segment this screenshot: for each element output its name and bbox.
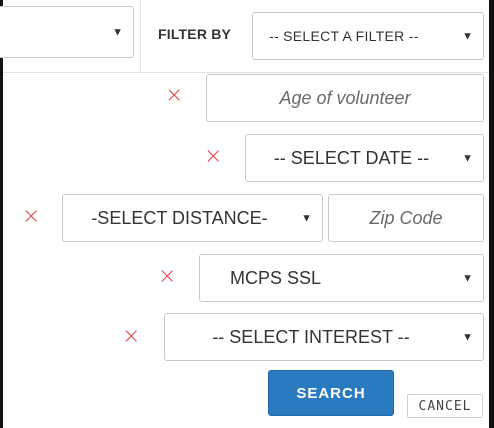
remove-date-filter-icon[interactable]: × — [204, 146, 222, 168]
interest-select-value: -- SELECT INTEREST -- — [212, 326, 410, 347]
distance-select-value: -SELECT DISTANCE- — [91, 207, 268, 228]
chevron-down-icon: ▼ — [462, 30, 473, 43]
filter-by-label: FILTER BY — [158, 26, 232, 42]
remove-age-filter-icon[interactable]: × — [165, 85, 183, 107]
header-divider — [3, 72, 489, 73]
age-of-volunteer-input[interactable]: Age of volunteer — [206, 74, 484, 122]
window-border-left — [0, 0, 3, 428]
zip-code-input[interactable]: Zip Code — [328, 194, 484, 242]
top-bar-divider — [140, 0, 141, 72]
date-select[interactable]: -- SELECT DATE -- ▼ — [245, 134, 484, 182]
chevron-down-icon: ▼ — [112, 26, 123, 39]
partial-select-left[interactable]: ▼ — [0, 6, 134, 58]
cancel-button[interactable]: CANCEL — [407, 394, 483, 418]
remove-interest-filter-icon[interactable]: × — [122, 326, 140, 348]
chevron-down-icon: ▼ — [462, 331, 473, 344]
chevron-down-icon: ▼ — [462, 152, 473, 165]
remove-ssl-filter-icon[interactable]: × — [158, 266, 176, 288]
ssl-select-value: MCPS SSL — [230, 267, 322, 288]
window-border-right — [489, 0, 494, 428]
date-select-value: -- SELECT DATE -- — [273, 147, 430, 168]
zip-placeholder: Zip Code — [369, 207, 443, 228]
remove-distance-filter-icon[interactable]: × — [22, 206, 40, 228]
ssl-select[interactable]: MCPS SSL ▼ — [199, 254, 484, 302]
chevron-down-icon: ▼ — [462, 272, 473, 285]
filter-select[interactable]: -- SELECT A FILTER -- ▼ — [252, 12, 484, 60]
distance-select[interactable]: -SELECT DISTANCE- ▼ — [62, 194, 323, 242]
chevron-down-icon: ▼ — [301, 212, 312, 225]
filter-select-value: -- SELECT A FILTER -- — [269, 28, 419, 44]
interest-select[interactable]: -- SELECT INTEREST -- ▼ — [164, 313, 484, 361]
search-button[interactable]: SEARCH — [268, 370, 394, 416]
age-placeholder: Age of volunteer — [279, 87, 411, 108]
